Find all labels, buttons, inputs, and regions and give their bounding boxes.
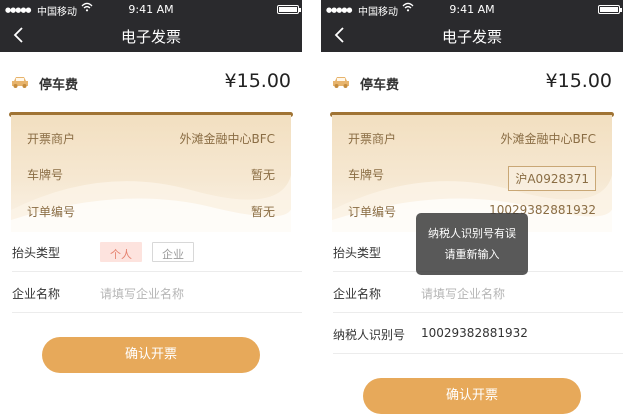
phone-screen-left: ●●●●● 中国移动 9:41 AM 电子发票 停车费 ¥15.00 开票商户 …	[0, 0, 302, 417]
order-value: 暂无	[250, 205, 275, 219]
invoice-card: 开票商户 外滩金融中心BFC 车牌号 暂无 订单编号 暂无	[11, 115, 291, 233]
company-name-input[interactable]: 请填写企业名称	[421, 285, 505, 302]
company-name-label: 企业名称	[12, 287, 61, 301]
title-type-label: 抬头类型	[12, 246, 61, 260]
merchant-value: 外滩金融中心BFC	[500, 132, 596, 146]
fee-amount: ¥15.00	[224, 70, 291, 92]
tax-id-row: 纳税人识别号 10029382881932	[321, 314, 623, 354]
row-divider	[333, 312, 623, 313]
fee-label: 停车费	[39, 78, 79, 93]
merchant-label: 开票商户	[348, 132, 397, 146]
plate-label: 车牌号	[348, 168, 385, 182]
fee-row: 停车费 ¥15.00	[321, 52, 623, 114]
error-toast: 纳税人识别号有误 请重新输入	[416, 213, 528, 275]
company-name-row: 企业名称 请填写企业名称	[321, 273, 623, 313]
fee-amount: ¥15.00	[545, 70, 612, 92]
order-label: 订单编号	[27, 205, 76, 219]
page-title: 电子发票	[120, 28, 181, 46]
fee-row: 停车费 ¥15.00	[0, 52, 302, 114]
title-type-row: 抬头类型 个人 企业	[0, 232, 302, 272]
tax-id-input[interactable]: 10029382881932	[421, 326, 528, 340]
fee-label: 停车费	[360, 78, 400, 93]
confirm-invoice-button[interactable]: 确认开票	[42, 337, 260, 373]
order-label: 订单编号	[348, 205, 397, 219]
tax-id-label: 纳税人识别号	[333, 328, 406, 342]
nav-bar: 电子发票	[0, 19, 302, 52]
merchant-value: 外滩金融中心BFC	[179, 132, 275, 146]
status-bar: ●●●●● 中国移动 9:41 AM	[0, 0, 302, 19]
row-divider	[12, 312, 302, 313]
row-divider	[333, 353, 623, 354]
nav-bar: 电子发票	[321, 19, 623, 52]
phone-screen-right: ●●●●● 中国移动 9:41 AM 电子发票 停车费 ¥15.00 开票商户 …	[321, 0, 623, 417]
type-personal-chip[interactable]: 个人	[100, 242, 142, 262]
car-icon	[332, 74, 350, 88]
row-divider	[12, 271, 302, 272]
status-bar: ●●●●● 中国移动 9:41 AM	[321, 0, 623, 19]
car-icon	[11, 74, 29, 88]
company-name-input[interactable]: 请填写企业名称	[100, 285, 184, 302]
toast-line-2: 请重新输入	[444, 248, 500, 261]
plate-label: 车牌号	[27, 168, 64, 182]
confirm-invoice-button[interactable]: 确认开票	[363, 378, 581, 414]
battery-icon	[277, 5, 301, 14]
merchant-label: 开票商户	[27, 132, 76, 146]
status-time: 9:41 AM	[128, 3, 174, 16]
page-title: 电子发票	[441, 28, 502, 46]
battery-icon	[598, 5, 622, 14]
status-time: 9:41 AM	[449, 3, 495, 16]
company-name-label: 企业名称	[333, 287, 382, 301]
plate-value: 沪A0928371	[508, 166, 596, 191]
plate-value: 暂无	[250, 168, 275, 182]
form-section: 抬头类型 个人 企业 企业名称 请填写企业名称	[0, 232, 302, 417]
title-type-label: 抬头类型	[333, 246, 382, 260]
company-name-row: 企业名称 请填写企业名称	[0, 273, 302, 313]
type-company-chip[interactable]: 企业	[152, 242, 194, 262]
toast-line-1: 纳税人识别号有误	[428, 227, 516, 240]
